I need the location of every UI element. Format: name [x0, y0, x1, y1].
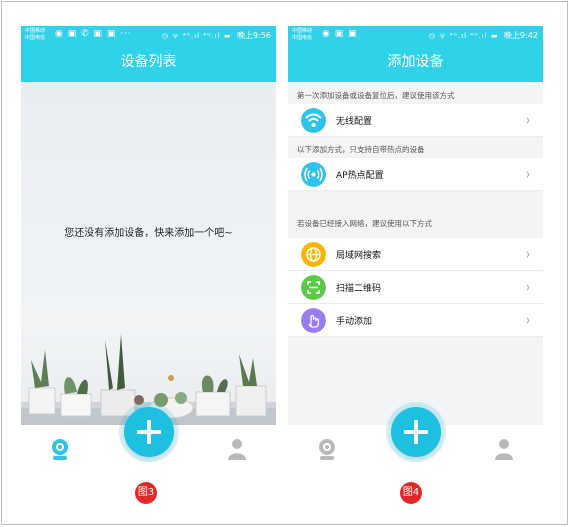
lan-search-item[interactable]: 局域网搜索 › — [288, 238, 543, 271]
carrier-label: 中国移动 中国电信 — [292, 28, 313, 41]
status-bar: 中国移动 中国电信 ◉ ▣ ✆ ▣ ▣ ··· ◷ ᯤ ⁴ᴳ.ıl ⁴ᴳ.ıl … — [21, 26, 276, 44]
signal-icon: ◷ ᯤ ⁴ᴳ.ıl ⁴ᴳ.ıl ▬ — [428, 32, 499, 40]
ap-config-item[interactable]: AP热点配置 › — [288, 158, 543, 191]
empty-state: 您还没有添加设备，快来添加一个吧~ — [21, 82, 276, 425]
hint-ap: 以下添加方式，只支持自带热点的设备 — [297, 145, 425, 154]
plus-icon — [404, 420, 428, 444]
lan-search-label: 局域网搜索 — [336, 251, 382, 261]
scan-qr-item[interactable]: 扫描二维码 › — [288, 271, 543, 304]
empty-message: 您还没有添加设备，快来添加一个吧~ — [64, 228, 233, 239]
camera-icon[interactable] — [49, 437, 71, 461]
user-icon[interactable] — [226, 437, 248, 461]
bottom-nav — [288, 407, 543, 471]
signal-icon: ◷ ᯤ ⁴ᴳ.ıl ⁴ᴳ.ıl ▬ — [161, 32, 232, 40]
device-list-screen: 中国移动 中国电信 ◉ ▣ ✆ ▣ ▣ ··· ◷ ᯤ ⁴ᴳ.ıl ⁴ᴳ.ıl … — [21, 26, 276, 471]
hand-pointer-icon — [301, 308, 326, 333]
chevron-right-icon: › — [526, 311, 530, 329]
hotspot-icon — [301, 162, 326, 187]
clock: 晚上9:42 — [504, 31, 538, 40]
status-right: ◷ ᯤ ⁴ᴳ.ıl ⁴ᴳ.ıl ▬ 晚上9:42 — [429, 30, 538, 41]
add-device-button[interactable] — [391, 407, 441, 457]
clock: 晚上9:56 — [237, 31, 271, 40]
add-device-screen: 中国移动 中国电信 ◉ ▣ ▣ ◷ ᯤ ⁴ᴳ.ıl ⁴ᴳ.ıl ▬ 晚上9:42… — [288, 26, 543, 471]
figure-frame: 中国移动 中国电信 ◉ ▣ ✆ ▣ ▣ ··· ◷ ᯤ ⁴ᴳ.ıl ⁴ᴳ.ıl … — [1, 1, 568, 525]
status-bar: 中国移动 中国电信 ◉ ▣ ▣ ◷ ᯤ ⁴ᴳ.ıl ⁴ᴳ.ıl ▬ 晚上9:42 — [288, 26, 543, 44]
chevron-right-icon: › — [526, 245, 530, 263]
carrier-label: 中国移动 中国电信 — [25, 28, 46, 41]
wifi-config-item[interactable]: 无线配置 › — [288, 104, 543, 137]
page-title: 添加设备 — [288, 44, 543, 82]
globe-icon — [301, 242, 326, 267]
add-device-button[interactable] — [124, 407, 174, 457]
notification-icons: ◉ ▣ ✆ ▣ ▣ ··· — [55, 29, 132, 39]
scan-qr-label: 扫描二维码 — [336, 284, 382, 294]
wifi-config-label: 无线配置 — [336, 117, 373, 127]
bottom-nav — [21, 407, 276, 471]
qr-scan-icon — [301, 275, 326, 300]
plus-icon — [137, 420, 161, 444]
hint-first-time: 第一次添加设备或设备复位后，建议使用该方式 — [297, 91, 455, 100]
camera-icon[interactable] — [316, 437, 338, 461]
wifi-icon — [301, 108, 326, 133]
chevron-right-icon: › — [526, 165, 530, 183]
figure-3-badge: 图3 — [135, 482, 157, 504]
figure-4-badge: 图4 — [400, 482, 422, 504]
user-icon[interactable] — [493, 437, 515, 461]
chevron-right-icon: › — [526, 278, 530, 296]
chevron-right-icon: › — [526, 111, 530, 129]
manual-add-label: 手动添加 — [336, 317, 373, 327]
ap-config-label: AP热点配置 — [336, 171, 384, 181]
hint-network: 若设备已经接入网络，建议使用以下方式 — [297, 219, 432, 228]
page-title: 设备列表 — [21, 44, 276, 82]
setup-method-list: 第一次添加设备或设备复位后，建议使用该方式 无线配置 › 以下添加方式，只支持自… — [288, 82, 543, 425]
status-right: ◷ ᯤ ⁴ᴳ.ıl ⁴ᴳ.ıl ▬ 晚上9:56 — [162, 30, 271, 41]
manual-add-item[interactable]: 手动添加 › — [288, 304, 543, 337]
notification-icons: ◉ ▣ ▣ — [322, 29, 358, 39]
